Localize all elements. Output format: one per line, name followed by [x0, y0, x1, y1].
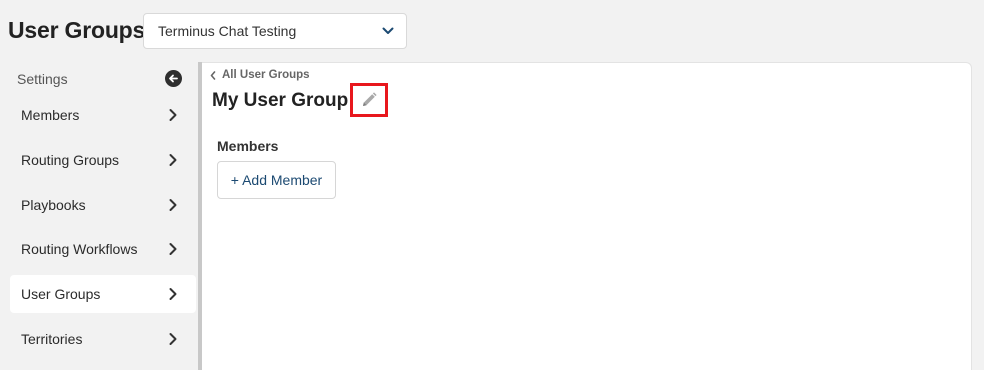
sidebar-item-label: Routing Groups	[21, 152, 120, 168]
sidebar-item-territories[interactable]: Territories	[10, 320, 196, 358]
settings-sidebar: Settings Members Routing Groups Playbook…	[0, 62, 198, 370]
back-arrow-icon	[168, 73, 179, 84]
pencil-icon	[360, 91, 378, 109]
breadcrumb[interactable]: All User Groups	[210, 69, 310, 81]
chevron-right-icon	[168, 108, 178, 122]
members-heading: Members	[217, 138, 279, 154]
chevron-right-icon	[168, 287, 178, 301]
add-member-button[interactable]: + Add Member	[217, 161, 336, 199]
sidebar-item-routing-workflows[interactable]: Routing Workflows	[10, 230, 196, 268]
sidebar-item-label: Territories	[21, 331, 83, 347]
sidebar-item-label: User Groups	[21, 286, 101, 302]
workspace-select[interactable]: Terminus Chat Testing	[143, 13, 407, 49]
workspace-select-value: Terminus Chat Testing	[158, 23, 297, 39]
user-group-detail-panel: All User Groups My User Group Members + …	[202, 62, 972, 370]
sidebar-item-user-groups[interactable]: User Groups	[10, 275, 196, 313]
sidebar-item-playbooks[interactable]: Playbooks	[10, 186, 196, 224]
page-title: User Groups	[8, 17, 146, 43]
chevron-down-icon	[382, 25, 394, 37]
edit-group-name-button[interactable]	[350, 83, 388, 117]
sidebar-header: Settings	[17, 70, 182, 87]
sidebar-item-label: Routing Workflows	[21, 241, 138, 257]
breadcrumb-link: All User Groups	[222, 69, 310, 81]
sidebar-heading: Settings	[17, 70, 68, 87]
chevron-right-icon	[168, 198, 178, 212]
group-name-title: My User Group	[212, 90, 349, 111]
sidebar-item-label: Members	[21, 107, 80, 123]
collapse-sidebar-button[interactable]	[165, 70, 182, 87]
chevron-right-icon	[168, 153, 178, 167]
page: User Groups Terminus Chat Testing Settin…	[0, 0, 984, 370]
sidebar-item-members[interactable]: Members	[10, 96, 196, 134]
sidebar-item-label: Playbooks	[21, 197, 86, 213]
chevron-right-icon	[168, 242, 178, 256]
sidebar-item-routing-groups[interactable]: Routing Groups	[10, 141, 196, 179]
chevron-right-icon	[168, 332, 178, 346]
chevron-left-icon	[210, 70, 216, 80]
